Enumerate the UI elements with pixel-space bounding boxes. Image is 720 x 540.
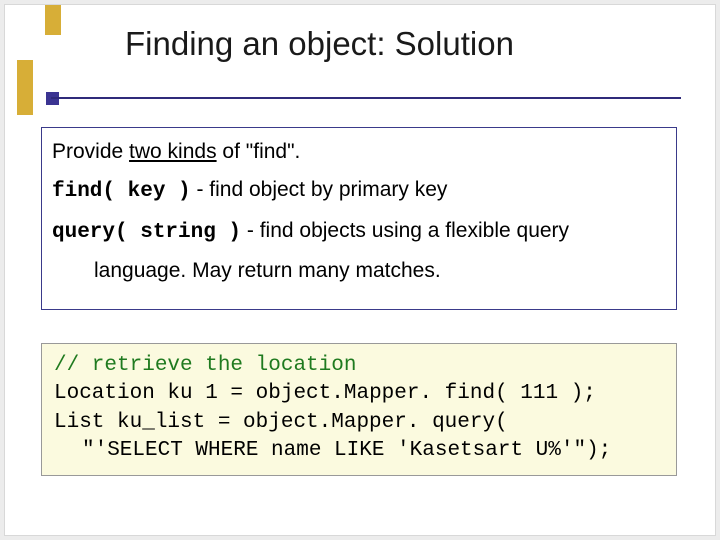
- code-l2a: Location ku: [54, 382, 193, 405]
- slide: Finding an object: Solution Provide two …: [4, 4, 716, 536]
- code-l3c: query(: [419, 411, 507, 434]
- intro-line: Provide two kinds of "find".: [52, 138, 666, 166]
- code-comment: // retrieve the location: [54, 354, 356, 377]
- code-line-3: List ku_list = object.Mapper. query(: [54, 411, 508, 434]
- title-area: Finding an object: Solution: [85, 25, 685, 63]
- code-l2c: Mapper.: [344, 382, 432, 405]
- code-line-2: Location ku 1 = object.Mapper. find( 111…: [54, 382, 596, 405]
- intro-text-a: Provide: [52, 140, 129, 163]
- description-box: Provide two kinds of "find". find( key )…: [41, 127, 677, 310]
- code-l3a: List ku_list = object.: [54, 411, 331, 434]
- query-signature: query( string ): [52, 221, 241, 244]
- slide-title: Finding an object: Solution: [125, 25, 685, 63]
- decoration-bar-top: [45, 5, 61, 35]
- code-block: // retrieve the location Location ku 1 =…: [41, 343, 677, 476]
- query-line-1: query( string ) - find objects using a f…: [52, 217, 666, 247]
- code-l2b: 1 = object.: [193, 382, 344, 405]
- query-line-2: language. May return many matches.: [52, 257, 666, 285]
- intro-text-c: of "find".: [217, 140, 301, 163]
- find-line: find( key ) - find object by primary key: [52, 176, 666, 206]
- title-underline: [51, 97, 681, 99]
- query-description-a: - find objects using a flexible query: [241, 219, 569, 242]
- code-line-4: "'SELECT WHERE name LIKE 'Kasetsart U%'"…: [54, 437, 611, 465]
- code-l3b: Mapper.: [331, 411, 419, 434]
- find-signature: find( key ): [52, 180, 191, 203]
- find-description: - find object by primary key: [191, 178, 448, 201]
- code-l2d: find( 111 );: [432, 382, 596, 405]
- decoration-bar-left: [17, 60, 33, 115]
- intro-underline: two kinds: [129, 140, 217, 163]
